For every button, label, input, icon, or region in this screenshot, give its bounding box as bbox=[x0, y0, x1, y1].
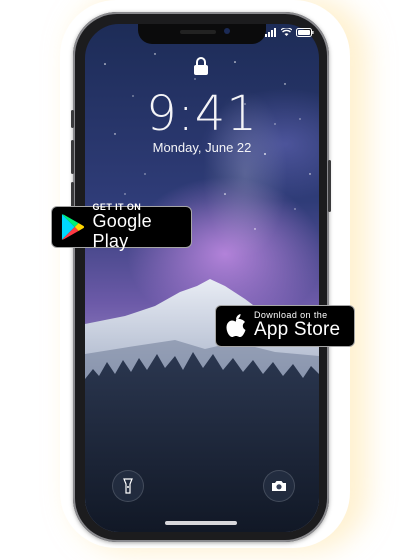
side-button bbox=[328, 160, 331, 212]
lockscreen-time: 9:41 bbox=[146, 86, 258, 142]
app-store-big-text: App Store bbox=[254, 319, 341, 341]
camera-icon bbox=[272, 481, 286, 491]
front-camera bbox=[224, 28, 230, 34]
mute-switch bbox=[71, 110, 74, 128]
lockscreen-date: Monday, June 22 bbox=[152, 140, 252, 155]
speaker-grille bbox=[180, 30, 216, 34]
google-play-icon bbox=[61, 214, 85, 240]
google-play-badge[interactable]: GET IT ON Google Play bbox=[51, 202, 192, 250]
battery-icon bbox=[296, 27, 314, 37]
cellular-signal-icon bbox=[265, 27, 276, 37]
wifi-icon bbox=[281, 27, 292, 36]
flashlight-icon bbox=[123, 478, 133, 494]
camera-button[interactable] bbox=[263, 470, 295, 502]
app-store-badge[interactable]: Download on the App Store bbox=[215, 305, 355, 347]
notch bbox=[138, 24, 266, 44]
google-play-big-text: Google Play bbox=[92, 210, 152, 251]
apple-icon bbox=[226, 314, 246, 337]
flashlight-button[interactable] bbox=[112, 470, 144, 502]
volume-up-button bbox=[71, 140, 74, 174]
status-bar bbox=[264, 26, 314, 38]
home-indicator bbox=[165, 521, 237, 525]
lock-icon bbox=[194, 57, 208, 75]
